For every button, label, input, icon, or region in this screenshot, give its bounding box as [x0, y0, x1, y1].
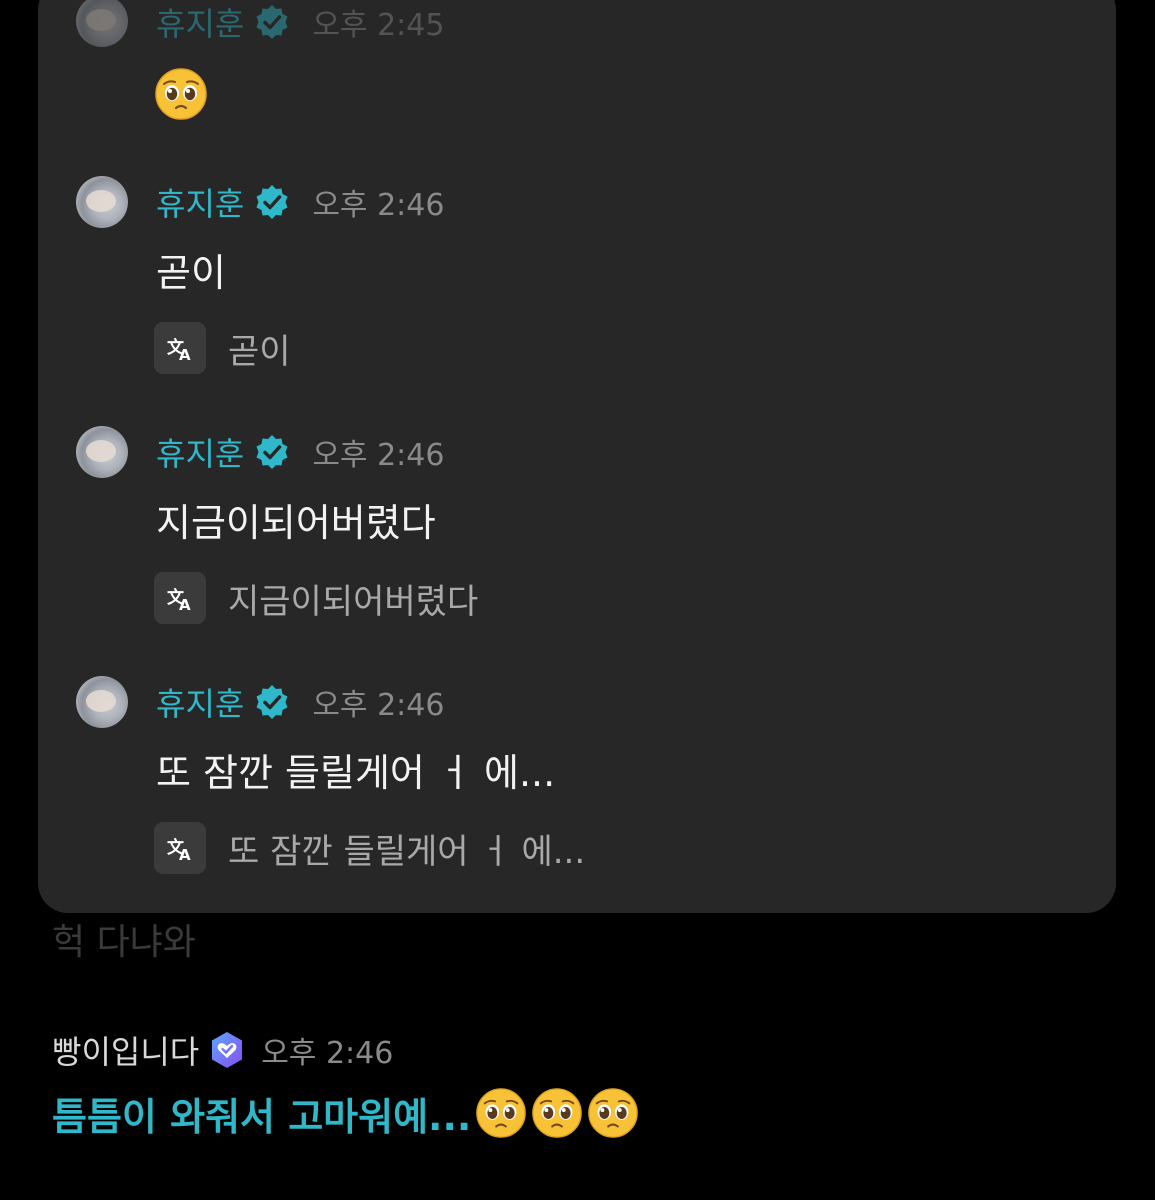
fan-message: 틈틈이 와줘서 고마워예...: [52, 1085, 639, 1141]
artist-message-panel: 휴지훈 오후 2:45 휴지훈 오후 2:46 곧이 곧이 휴지훈 오후 2:4…: [38, 0, 1116, 913]
author-name[interactable]: 휴지훈: [156, 679, 244, 725]
translation-row: 곧이: [154, 322, 291, 374]
pleading-face-emoji-icon: [587, 1087, 639, 1139]
fan-message-time: 오후 2:46: [261, 1036, 394, 1071]
message-time: 오후 2:46: [312, 188, 445, 223]
translate-icon[interactable]: [154, 822, 206, 874]
message-header: 휴지훈 오후 2:45: [156, 0, 444, 44]
message-time: 오후 2:45: [312, 8, 445, 43]
translate-icon[interactable]: [154, 572, 206, 624]
translation-text: 곧이: [228, 331, 291, 372]
avatar[interactable]: [76, 676, 128, 728]
fan-author-name[interactable]: 빵이입니다: [52, 1027, 199, 1073]
translation-text: 지금이되어버렸다: [228, 581, 479, 622]
message-text: 곧이: [156, 251, 226, 295]
pleading-face-emoji-icon: [475, 1087, 527, 1139]
message-header: 휴지훈 오후 2:46: [156, 180, 444, 224]
message-text: 지금이되어버렸다: [156, 501, 436, 545]
verified-check-icon: [254, 184, 290, 220]
translate-icon[interactable]: [154, 322, 206, 374]
translation-text: 또 잠깐 들릴게어 ㅓ 에...: [228, 831, 586, 872]
fan-message-text: 틈틈이 와줘서 고마워예...: [52, 1094, 472, 1139]
message-text: 또 잠깐 들릴게어 ㅓ 에...: [156, 751, 556, 795]
verified-check-icon: [254, 4, 290, 40]
pleading-face-emoji-icon: [531, 1087, 583, 1139]
message-time: 오후 2:46: [312, 688, 445, 723]
pleading-face-emoji-icon: [154, 67, 208, 121]
avatar[interactable]: [76, 176, 128, 228]
message-header: 휴지훈 오후 2:46: [156, 430, 444, 474]
author-name[interactable]: 휴지훈: [156, 0, 244, 45]
translation-row: 지금이되어버렸다: [154, 572, 478, 624]
translation-row: 또 잠깐 들릴게어 ㅓ 에...: [154, 822, 585, 874]
message-header: 휴지훈 오후 2:46: [156, 680, 444, 724]
faded-message-text: 헉 다냐와: [52, 922, 196, 963]
avatar[interactable]: [76, 426, 128, 478]
fan-message-header: 빵이입니다 오후 2:46: [52, 1028, 393, 1072]
message-time: 오후 2:46: [312, 438, 445, 473]
verified-check-icon: [254, 684, 290, 720]
author-name[interactable]: 휴지훈: [156, 179, 244, 225]
verified-check-icon: [254, 434, 290, 470]
avatar[interactable]: [76, 0, 128, 47]
author-name[interactable]: 휴지훈: [156, 429, 244, 475]
fan-heart-badge-icon: [207, 1030, 247, 1070]
